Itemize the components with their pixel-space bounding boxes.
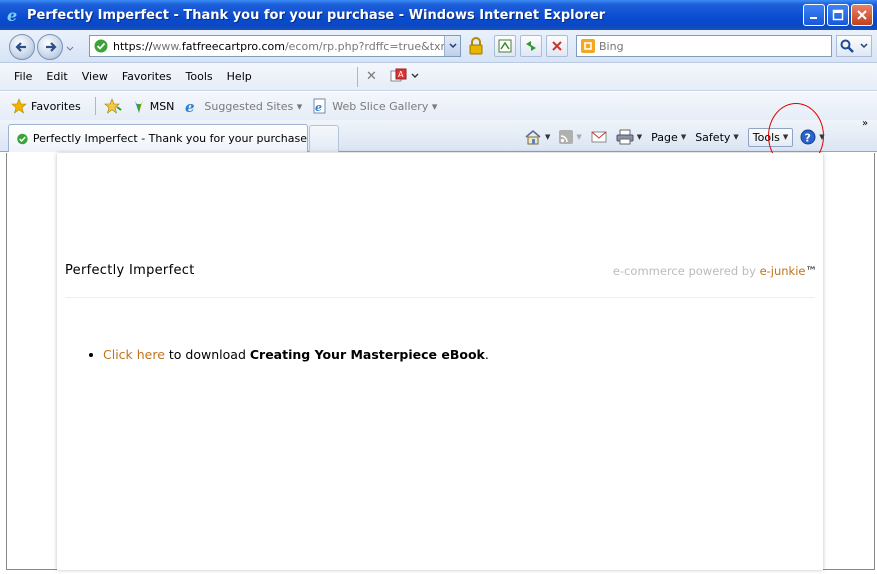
minimize-icon [810, 17, 817, 19]
menu-view[interactable]: View [75, 70, 115, 83]
stop-toolbar-icon[interactable]: ✕ [366, 69, 377, 84]
search-button[interactable] [836, 35, 872, 57]
url-text: https://www.fatfreecartpro.com/ecom/rp.p… [113, 39, 444, 53]
close-button[interactable] [851, 4, 873, 26]
new-tab-button[interactable] [309, 125, 339, 152]
msn-butterfly-icon [134, 100, 143, 113]
page-menu-button[interactable]: Page ▼ [651, 131, 686, 144]
page-ok-icon [94, 39, 108, 53]
menu-edit[interactable]: Edit [39, 70, 74, 83]
favorites-button[interactable]: Favorites [11, 98, 81, 114]
read-mail-button[interactable] [591, 131, 607, 143]
rss-feed-icon [559, 130, 574, 144]
stop-button[interactable] [546, 35, 568, 57]
search-input[interactable] [599, 39, 819, 53]
page-container: Perfectly Imperfect e-commerce powered b… [57, 153, 823, 570]
favorites-separator [94, 97, 96, 115]
tab-perfectly-imperfect[interactable]: Perfectly Imperfect - Thank you for your… [8, 124, 308, 152]
product-name: Creating Your Masterpiece eBook [249, 347, 485, 362]
header-divider [65, 297, 815, 298]
svg-text:e: e [7, 7, 17, 23]
favorite-suggested-sites[interactable]: e Suggested Sites ▾ [184, 98, 302, 114]
star-icon [11, 98, 27, 114]
download-link[interactable]: Click here [103, 347, 165, 362]
add-favorite-star-icon [103, 98, 122, 114]
window-controls [803, 4, 873, 26]
address-dropdown-button[interactable] [444, 36, 460, 56]
menu-bar: File Edit View Favorites Tools Help ✕ A [0, 63, 877, 91]
stop-x-icon [552, 41, 562, 51]
title-bar: e Perfectly Imperfect - Thank you for yo… [0, 0, 877, 30]
svg-text:e: e [185, 98, 195, 114]
recent-pages-dropdown[interactable] [66, 42, 74, 55]
menu-help[interactable]: Help [220, 70, 259, 83]
store-title: Perfectly Imperfect [65, 263, 195, 278]
svg-text:A: A [398, 70, 404, 79]
favorites-bar: Favorites MSN e Suggested Sites ▾ e Web … [0, 92, 877, 120]
minimize-button[interactable] [803, 4, 825, 26]
chevron-down-icon: ▼ [733, 133, 739, 141]
bing-logo-icon [581, 39, 595, 53]
forward-button[interactable] [37, 34, 63, 60]
chevron-down-icon [448, 43, 457, 49]
arrow-right-icon [46, 42, 57, 52]
feeds-button[interactable]: ▼ [559, 130, 582, 144]
chevron-down-icon: ▼ [576, 133, 582, 141]
chevron-down-icon: ▼ [636, 133, 643, 141]
ie-logo-icon: e [5, 6, 23, 24]
browser-viewport: Perfectly Imperfect e-commerce powered b… [6, 153, 875, 570]
favorite-msn[interactable]: MSN [132, 98, 174, 114]
window-title: Perfectly Imperfect - Thank you for your… [27, 7, 606, 23]
menu-tools[interactable]: Tools [179, 70, 220, 83]
translate-button[interactable]: A [390, 68, 419, 84]
magnifier-icon [840, 39, 854, 53]
chevron-down-icon [860, 43, 868, 49]
add-to-favorites-bar-button[interactable] [103, 98, 122, 114]
ie-page-icon: e [185, 98, 195, 114]
security-lock-button[interactable] [463, 35, 489, 57]
search-box[interactable] [576, 35, 832, 57]
refresh-button[interactable] [520, 35, 542, 57]
chevron-down-icon: ▼ [545, 133, 551, 141]
printer-icon [616, 129, 634, 145]
padlock-icon [469, 37, 483, 55]
chevron-down-icon [66, 46, 74, 51]
home-button[interactable]: ▼ [524, 129, 550, 145]
chevron-down-icon: ▼ [680, 133, 687, 141]
translate-icon: A [390, 68, 407, 82]
download-list-item: Click here to download Creating Your Mas… [89, 347, 489, 362]
safety-menu-button[interactable]: Safety ▼ [695, 131, 739, 144]
home-icon [525, 129, 541, 145]
maximize-icon [832, 9, 844, 21]
favorite-web-slice-gallery[interactable]: e Web Slice Gallery ▾ [312, 98, 437, 114]
tab-label: Perfectly Imperfect - Thank you for your… [32, 132, 307, 145]
address-field[interactable]: https://www.fatfreecartpro.com/ecom/rp.p… [89, 35, 461, 57]
mail-icon [591, 131, 607, 143]
powered-by-text: e-commerce powered by e-junkie™ [612, 264, 817, 278]
tab-bar: Perfectly Imperfect - Thank you for your… [0, 120, 877, 152]
page-ok-icon [17, 133, 28, 144]
back-button[interactable] [9, 34, 35, 60]
toolbar-overflow-chevron[interactable]: » [862, 118, 868, 129]
menu-file[interactable]: File [0, 70, 39, 83]
address-toolbar: https://www.fatfreecartpro.com/ecom/rp.p… [0, 30, 877, 63]
refresh-icon [526, 41, 536, 51]
compatibility-icon [498, 39, 512, 53]
maximize-button[interactable] [827, 4, 849, 26]
compatibility-view-button[interactable] [494, 35, 516, 57]
list-bullet [89, 352, 93, 357]
svg-text:e: e [315, 101, 322, 114]
e-junkie-link[interactable]: e-junkie [760, 264, 806, 278]
menu-favorites[interactable]: Favorites [115, 70, 179, 83]
web-slice-page-icon: e [313, 98, 326, 114]
close-icon [857, 10, 867, 20]
chevron-down-icon [411, 73, 419, 78]
arrow-left-icon [15, 42, 26, 52]
print-button[interactable]: ▼ [616, 129, 642, 145]
menu-separator [357, 67, 358, 87]
